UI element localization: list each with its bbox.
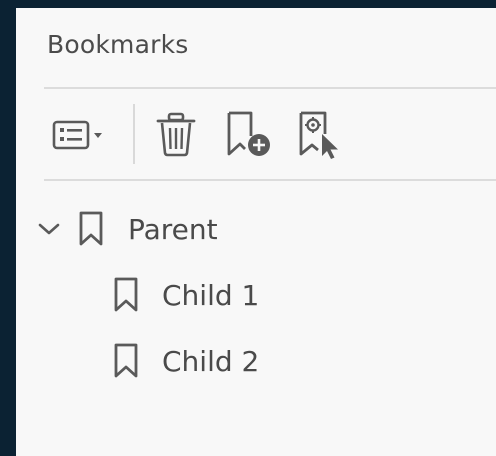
toolbar-divider-bottom [44,179,496,181]
delete-bookmark-button[interactable] [148,90,204,178]
new-bookmark-icon [227,111,270,156]
options-menu-button[interactable] [48,90,114,178]
bookmark-icon [79,211,103,246]
options-list-icon [52,120,102,150]
bookmark-cursor-icon [299,111,338,159]
bookmarks-panel: Bookmarks Parent Child 1 Child 2 [16,8,496,456]
tree-item-child[interactable]: Child 1 [16,264,496,324]
bookmarks-toolbar [44,90,496,178]
window-frame: Bookmarks Parent Child 1 Child 2 [0,0,496,456]
new-bookmark-button[interactable] [218,90,280,178]
tree-item-child[interactable]: Child 2 [16,330,496,390]
bookmark-icon [114,277,138,312]
panel-title: Bookmarks [47,30,189,59]
tree-item-parent[interactable]: Parent [16,198,496,258]
tree-item-label[interactable]: Parent [128,210,218,250]
tree-item-label[interactable]: Child 1 [162,276,259,316]
toolbar-divider [133,104,135,164]
expand-collapse-toggle[interactable] [34,214,64,244]
dropdown-caret-icon [94,133,102,138]
tree-item-label[interactable]: Child 2 [162,342,259,382]
chevron-down-icon [38,223,60,235]
title-divider [44,87,496,89]
bookmark-icon [114,343,138,378]
trash-icon [156,112,196,157]
bookmark-at-cursor-button[interactable] [290,90,352,178]
